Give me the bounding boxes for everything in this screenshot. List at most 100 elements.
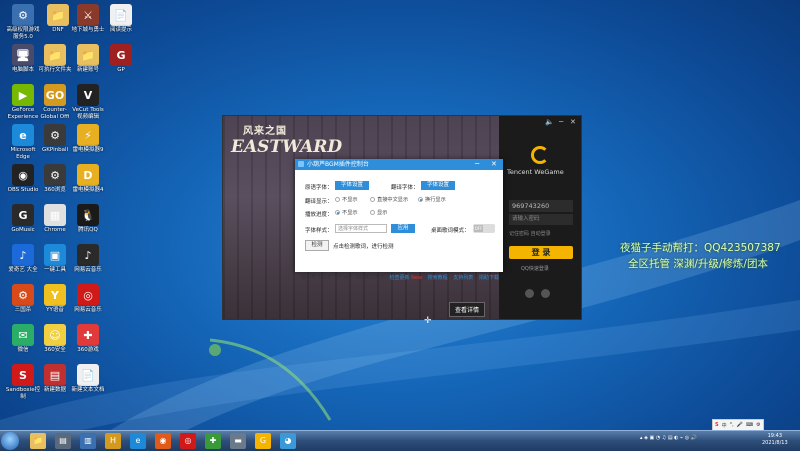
- radio-label: 不显示: [342, 197, 358, 203]
- desktop-lyrics-label: 桌面歌词模式：: [431, 228, 470, 234]
- desktop-icon[interactable]: ⚔ 地下城与勇士: [70, 4, 106, 34]
- desktop-icon[interactable]: ◎ 网易云音乐: [70, 284, 106, 314]
- desktop-icon[interactable]: 📄 阅读提示: [103, 4, 139, 34]
- password-field[interactable]: 请输入密码: [509, 214, 573, 225]
- qq-icon[interactable]: [525, 289, 534, 298]
- desktop-icon[interactable]: ▣ 一键工具: [37, 244, 73, 274]
- speaker-icon[interactable]: 🔈: [545, 118, 554, 126]
- donate-download-link[interactable]: 捐助下载: [479, 275, 499, 281]
- taskbar-app-icon[interactable]: ◎: [180, 433, 196, 449]
- taskbar-app-icon[interactable]: H: [105, 433, 121, 449]
- clock-date: 2021/8/13: [762, 440, 788, 446]
- desktop-icon[interactable]: V VeCut Tools 视频编辑: [70, 84, 106, 121]
- qq-account-field[interactable]: 969743260: [509, 200, 573, 212]
- taskbar-app-icon[interactable]: ▥: [80, 433, 96, 449]
- desktop-icon[interactable]: G GoMusic: [5, 204, 41, 234]
- app-icon: ⚙: [44, 164, 66, 186]
- desktop-icon[interactable]: ⚙ GKPinball: [37, 124, 73, 154]
- close-icon[interactable]: ✕: [570, 118, 576, 126]
- desktop-icon[interactable]: ◉ OBS Studio: [5, 164, 41, 194]
- desktop-icon[interactable]: Y YY语音: [37, 284, 73, 314]
- desktop-icon[interactable]: e Microsoft Edge: [5, 124, 41, 161]
- taskbar-app-icon[interactable]: ▬: [230, 433, 246, 449]
- desktop-icon[interactable]: 🐧 腾讯QQ: [70, 204, 106, 234]
- trans-display-radio-2[interactable]: 换行显示: [418, 196, 446, 203]
- desktop-icon[interactable]: ♪ 爱奇艺 大全: [5, 244, 41, 274]
- font-style-select[interactable]: 选择字体样式: [335, 224, 387, 233]
- desktop-icon[interactable]: 📁 可执行文件夹: [37, 44, 73, 74]
- game-logo-en: EASTWARD: [231, 137, 343, 157]
- desktop-icon[interactable]: D 雷电模拟器4: [70, 164, 106, 194]
- login-button[interactable]: 登 录: [509, 246, 573, 259]
- desktop-icon[interactable]: ▦ Chrome: [37, 204, 73, 234]
- desktop-icon[interactable]: ✉ 微信: [5, 324, 41, 354]
- desktop-icon[interactable]: ⚙ 三国杀: [5, 284, 41, 314]
- wechat-icon[interactable]: [541, 289, 550, 298]
- start-button[interactable]: [1, 432, 19, 450]
- main-font-settings-button[interactable]: 字体设置: [335, 181, 369, 190]
- view-details-button[interactable]: 查看详情: [449, 302, 486, 317]
- ime-settings-icon[interactable]: ⚙: [756, 422, 760, 428]
- qq-quick-login-link[interactable]: QQ快速登录: [521, 265, 549, 272]
- apply-button[interactable]: 应用: [391, 224, 415, 233]
- desktop-lyrics-toggle[interactable]: OFF: [473, 224, 495, 233]
- trans-display-radio-0[interactable]: 不显示: [335, 196, 358, 203]
- clock-time: 19:43: [767, 433, 783, 439]
- taskbar-app-icon[interactable]: G: [255, 433, 271, 449]
- taskbar-app-icon[interactable]: 📁: [30, 433, 46, 449]
- clock[interactable]: 19:43 2021/8/13: [762, 433, 788, 447]
- new-badge: New: [411, 275, 423, 281]
- app-icon: ♪: [77, 244, 99, 266]
- progress-radio-0[interactable]: 不显示: [335, 209, 358, 216]
- desktop-icon-label: 高级权限游戏服务5.0: [6, 27, 40, 40]
- desktop-icon[interactable]: 🖥 电脑脚本: [5, 44, 41, 74]
- close-icon[interactable]: ✕: [491, 159, 497, 170]
- tray-icons[interactable]: ▴ ◈ ▣ ◔ ♫ ▤ ◐ ⌁ ◎ 🔊: [640, 435, 697, 441]
- ime-punct-icon[interactable]: °,: [730, 422, 734, 428]
- app-icon: V: [77, 84, 99, 106]
- ime-language[interactable]: 中: [722, 422, 727, 429]
- remember-options[interactable]: 记住密码 自动登录: [509, 230, 551, 237]
- sogou-icon[interactable]: S: [715, 422, 719, 428]
- taskbar-app-icon[interactable]: ◕: [280, 433, 296, 449]
- desktop-icon[interactable]: ♪ 网易云音乐: [70, 244, 106, 274]
- desktop-icon[interactable]: ⚡ 雷电模拟器9: [70, 124, 106, 154]
- desktop-icon[interactable]: S Sandboxie控制: [5, 364, 41, 401]
- desktop-icon-label: 雷电模拟器9: [72, 147, 104, 153]
- desktop-icon[interactable]: ▶ GeForce Experience: [5, 84, 41, 121]
- taskbar-app-icon[interactable]: ▤: [55, 433, 71, 449]
- app-icon: 🐧: [77, 204, 99, 226]
- app-icon: ▦: [44, 204, 66, 226]
- detect-button[interactable]: 检测: [305, 240, 329, 251]
- minimize-icon[interactable]: ─: [559, 118, 563, 126]
- desktop-icon-label: GKPinball: [42, 147, 68, 153]
- taskbar-app-icon[interactable]: ◉: [155, 433, 171, 449]
- desktop-icon[interactable]: 📄 新建文本文档: [70, 364, 106, 394]
- desktop-icon[interactable]: ☺ 360安全: [37, 324, 73, 354]
- app-icon: S: [12, 364, 34, 386]
- trans-font-settings-button[interactable]: 字体设置: [421, 181, 455, 190]
- desktop-icon-label: 三国杀: [14, 307, 32, 313]
- font-style-label: 字体样式：: [305, 228, 333, 234]
- desktop-icon[interactable]: ✚ 360游戏: [70, 324, 106, 354]
- trans-display-radio-1[interactable]: 直接中文显示: [370, 196, 408, 203]
- dialog-titlebar[interactable]: 小葫芦BGM插件控制台 ─ ✕: [295, 159, 503, 170]
- desktop-icon[interactable]: G GP: [103, 44, 139, 74]
- progress-radio-1[interactable]: 显示: [370, 209, 387, 216]
- taskbar-app-icon[interactable]: e: [130, 433, 146, 449]
- search-tutorial-link[interactable]: 搜索教程: [428, 275, 448, 281]
- minimize-icon[interactable]: ─: [475, 159, 479, 170]
- support-list-link[interactable]: 支持列表: [453, 275, 473, 281]
- desktop-icon-label: Sandboxie控制: [5, 387, 41, 400]
- desktop-icon[interactable]: ⚙ 高级权限游戏服务5.0: [5, 4, 41, 41]
- check-update-link[interactable]: 检查更新: [390, 275, 410, 281]
- desktop-icon[interactable]: ▤ 新建数据: [37, 364, 73, 394]
- ime-mic-icon[interactable]: 🎤: [737, 422, 743, 428]
- desktop-icon[interactable]: 📁 新建账号: [70, 44, 106, 74]
- taskbar-app-icon[interactable]: ✚: [205, 433, 221, 449]
- desktop-icon[interactable]: ⚙ 360浏览: [37, 164, 73, 194]
- desktop-icon[interactable]: GO Counter-Global Offi: [37, 84, 73, 121]
- ime-keyboard-icon[interactable]: ⌨: [746, 422, 753, 428]
- desktop-icon-label: Microsoft Edge: [10, 147, 36, 160]
- desktop-icon-label: 网易云音乐: [74, 267, 102, 273]
